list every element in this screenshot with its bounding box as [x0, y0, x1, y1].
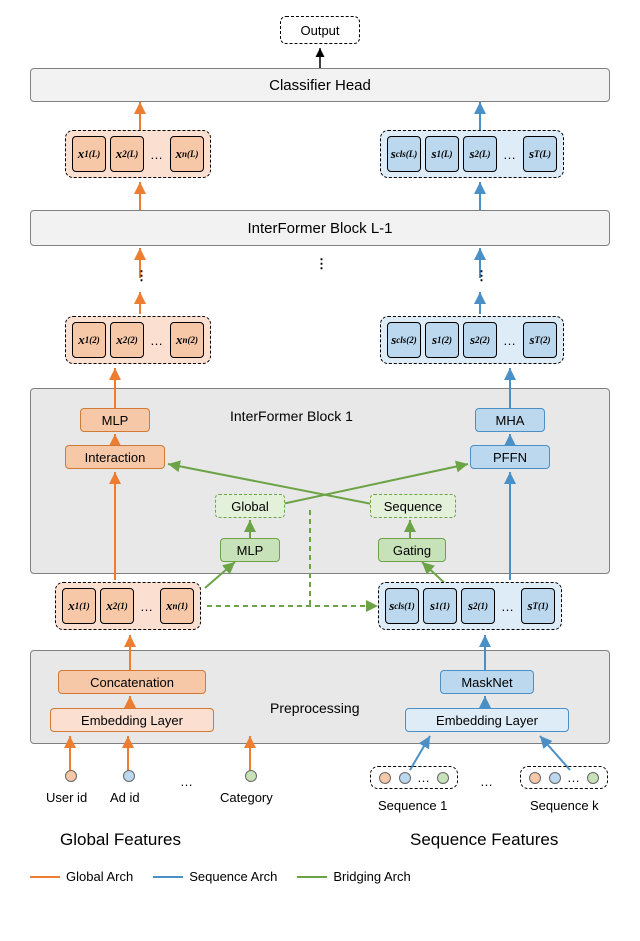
tok-sT-L: sT(L): [523, 136, 557, 172]
interformer-block-lm1: InterFormer Block L-1: [30, 210, 610, 246]
output-box: Output: [280, 16, 360, 44]
ellipsis: …: [499, 599, 517, 614]
output-label: Output: [300, 23, 339, 38]
ellipsis: …: [148, 147, 166, 162]
legend-bridge-label: Bridging Arch: [333, 869, 410, 884]
embedding-global: Embedding Layer: [50, 708, 214, 732]
legend-bridge: Bridging Arch: [297, 869, 410, 884]
legend-seq-label: Sequence Arch: [189, 869, 277, 884]
bridge-global: Global: [215, 494, 285, 518]
classifier-head: Classifier Head: [30, 68, 610, 102]
s-2-tokens: scls(2) s1(2) s2(2) … sT(2): [380, 316, 564, 364]
tok-sT-1: sT(1): [521, 588, 555, 624]
ellipsis: …: [148, 333, 166, 348]
interformer-1-label: InterFormer Block 1: [230, 408, 353, 424]
tok-sT-2: sT(2): [523, 322, 557, 358]
dot-cat: [243, 770, 259, 785]
tok-xn-2: xn(2): [170, 322, 204, 358]
legend-seq: Sequence Arch: [153, 869, 277, 884]
legend: Global Arch Sequence Arch Bridging Arch: [30, 869, 411, 884]
interaction-label: Interaction: [85, 450, 146, 465]
tok-scls-L: scls(L): [387, 136, 421, 172]
x-2-tokens: x1(2) x2(2) … xn(2): [65, 316, 211, 364]
ellipsis: …: [138, 599, 156, 614]
s-L-tokens: scls(L) s1(L) s2(L) … sT(L): [380, 130, 564, 178]
bridge-mlp-label: MLP: [237, 543, 264, 558]
mlp-global-label: MLP: [102, 413, 129, 428]
tok-xn-L: xn(L): [170, 136, 204, 172]
pffn-label: PFFN: [493, 450, 527, 465]
masknet-block: MaskNet: [440, 670, 534, 694]
pffn-block: PFFN: [470, 445, 550, 469]
v-ellipsis-left: ⋮: [135, 268, 150, 284]
tok-s1-1: s1(1): [423, 588, 457, 624]
tok-scls-1: scls(1): [385, 588, 419, 624]
tok-x2-2: x2(2): [110, 322, 144, 358]
label-seqk: Sequence k: [530, 798, 599, 813]
dot-ad: [121, 770, 137, 785]
interformer-architecture-diagram: Output Classifier Head x1(L) x2(L) … xn(…: [10, 10, 630, 910]
ellipsis: …: [501, 147, 519, 162]
v-ellipsis-right: ⋮: [475, 268, 490, 284]
tok-s1-2: s1(2): [425, 322, 459, 358]
embedding-seq-label: Embedding Layer: [436, 713, 538, 728]
bridge-sequence: Sequence: [370, 494, 456, 518]
legend-global-label: Global Arch: [66, 869, 133, 884]
x-1-tokens: x1(1) x2(1) … xn(1): [55, 582, 201, 630]
tok-s1-L: s1(L): [425, 136, 459, 172]
tok-s2-1: s2(1): [461, 588, 495, 624]
embedding-global-label: Embedding Layer: [81, 713, 183, 728]
mha-block: MHA: [475, 408, 545, 432]
label-ad-id: Ad id: [110, 790, 140, 805]
tok-x2-1: x2(1): [100, 588, 134, 624]
mlp-global: MLP: [80, 408, 150, 432]
label-user-id: User id: [46, 790, 87, 805]
classifier-head-label: Classifier Head: [269, 77, 371, 94]
tok-s2-2: s2(2): [463, 322, 497, 358]
label-category: Category: [220, 790, 273, 805]
bridge-gating: Gating: [378, 538, 446, 562]
seq-box-k: …: [520, 766, 608, 789]
bridge-mlp: MLP: [220, 538, 280, 562]
footer-global: Global Features: [60, 830, 181, 850]
bridge-global-label: Global: [231, 499, 269, 514]
tok-x1-1: x1(1): [62, 588, 96, 624]
bridge-sequence-label: Sequence: [384, 499, 443, 514]
preproc-label: Preprocessing: [270, 700, 360, 716]
interaction-block: Interaction: [65, 445, 165, 469]
concat-block: Concatenation: [58, 670, 206, 694]
tok-x1-L: x1(L): [72, 136, 106, 172]
x-L-tokens: x1(L) x2(L) … xn(L): [65, 130, 211, 178]
embedding-seq: Embedding Layer: [405, 708, 569, 732]
seq-box-1: …: [370, 766, 458, 789]
tok-xn-1: xn(1): [160, 588, 194, 624]
legend-line-bridge: [297, 876, 327, 878]
ellipsis: …: [501, 333, 519, 348]
tok-x1-2: x1(2): [72, 322, 106, 358]
dot-ellipsis: …: [180, 774, 195, 789]
v-ellipsis-mid: ⋮: [315, 256, 330, 272]
legend-global: Global Arch: [30, 869, 133, 884]
interformer-lm1-label: InterFormer Block L-1: [247, 220, 392, 237]
tok-scls-2: scls(2): [387, 322, 421, 358]
s-1-tokens: scls(1) s1(1) s2(1) … sT(1): [378, 582, 562, 630]
label-seq1: Sequence 1: [378, 798, 447, 813]
legend-line-seq: [153, 876, 183, 878]
tok-x2-L: x2(L): [110, 136, 144, 172]
mha-label: MHA: [496, 413, 525, 428]
dot-user: [63, 770, 79, 785]
concat-label: Concatenation: [90, 675, 174, 690]
footer-seq: Sequence Features: [410, 830, 558, 850]
seq-ellipsis: …: [480, 774, 495, 789]
tok-s2-L: s2(L): [463, 136, 497, 172]
masknet-label: MaskNet: [461, 675, 512, 690]
bridge-gating-label: Gating: [393, 543, 431, 558]
legend-line-global: [30, 876, 60, 878]
